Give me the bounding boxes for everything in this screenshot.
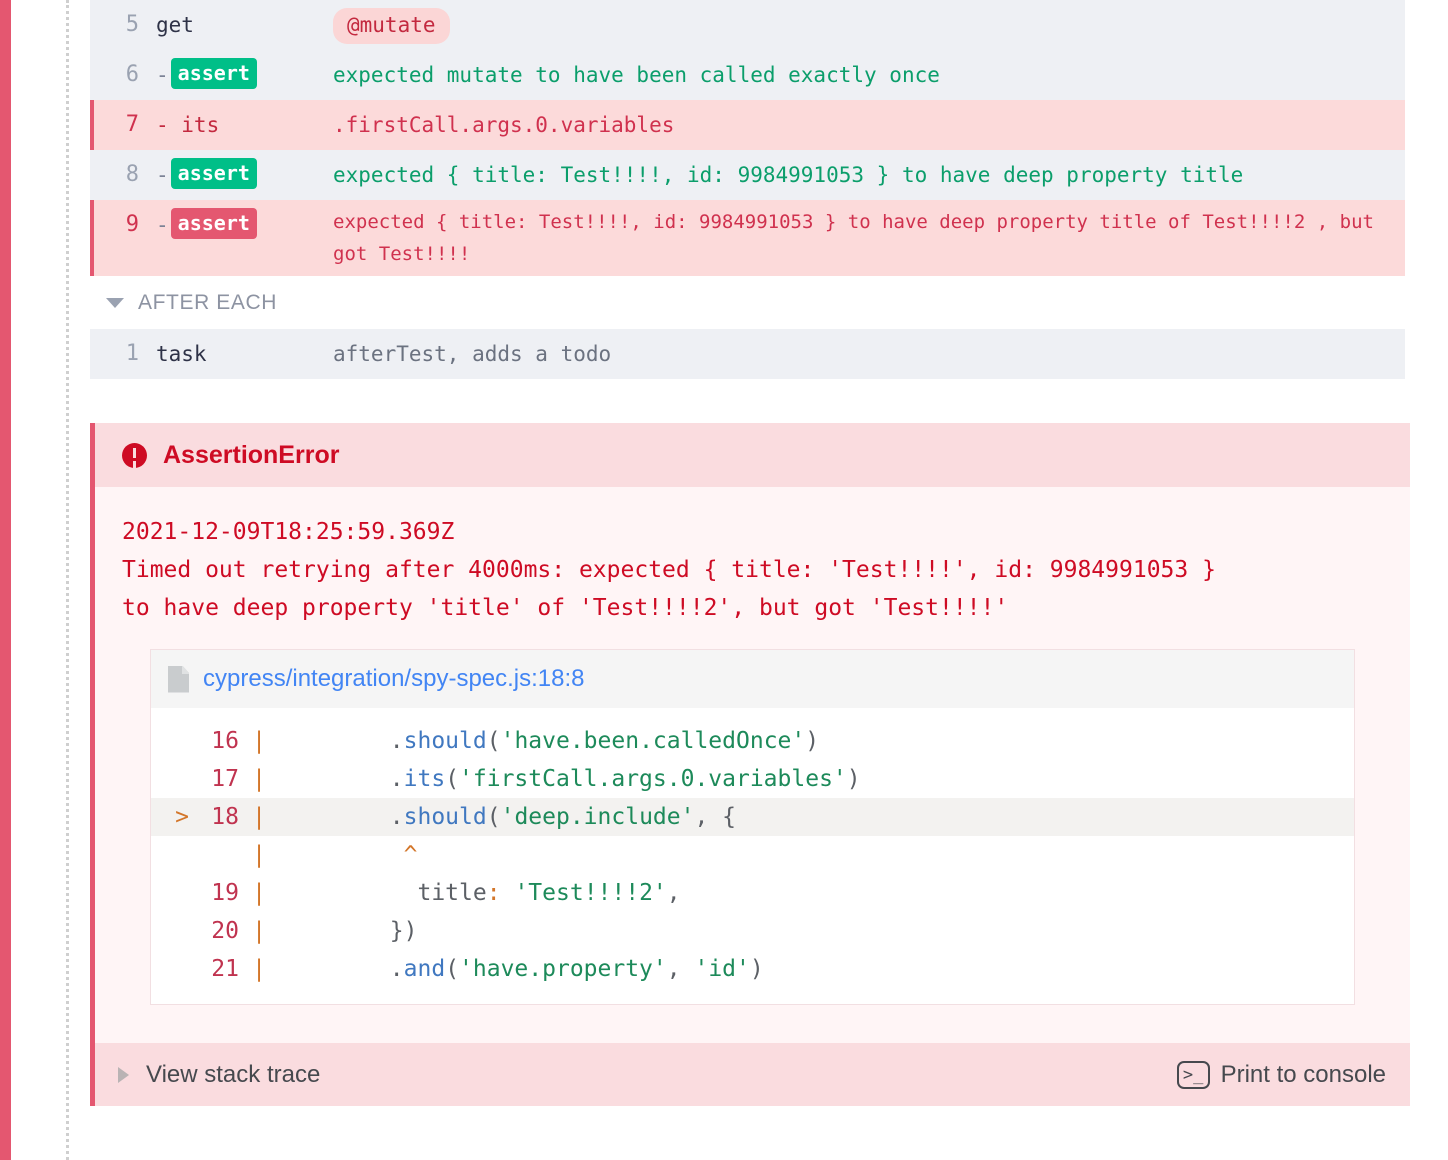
file-icon [168, 665, 189, 693]
code-line-bar: | [252, 766, 266, 792]
code-line-bar: | [252, 880, 266, 906]
command-dash: - [156, 213, 169, 237]
error-message-line-1: Timed out retrying after 4000ms: expecte… [122, 557, 1216, 583]
view-stack-trace-label: View stack trace [146, 1060, 321, 1088]
command-name: get [156, 13, 194, 37]
error-body: 2021-12-09T18:25:59.369Z Timed out retry… [95, 487, 1410, 1017]
code-line-bar: | [252, 728, 266, 754]
code-line-bar: | [252, 804, 266, 830]
command-name: task [156, 342, 207, 366]
assert-badge-pass: assert [170, 58, 257, 89]
code-line: 20 | }) [151, 912, 1354, 950]
print-to-console-label: Print to console [1220, 1060, 1386, 1088]
command-number: 5 [125, 12, 139, 37]
code-line-bar: | [252, 918, 266, 944]
command-log-row[interactable]: 7 - its .firstCall.args.0.variables [90, 100, 1405, 150]
command-number: 9 [125, 212, 139, 237]
command-name: - assert [148, 156, 333, 194]
command-dash: - [156, 63, 169, 87]
code-frame: cypress/integration/spy-spec.js:18:8 16 … [150, 649, 1355, 1005]
code-line-highlighted: > 18 | .should('deep.include', { [151, 798, 1354, 836]
view-stack-trace-button[interactable]: View stack trace [118, 1061, 320, 1089]
code-line-text: .its('firstCall.args.0.variables') [279, 760, 1354, 798]
command-name: - assert [148, 56, 333, 94]
command-log-row[interactable]: 5 get @mutate [90, 0, 1405, 50]
command-name: - its [156, 113, 220, 137]
code-line-text: ^ [279, 836, 1354, 874]
command-dash: - [156, 163, 169, 187]
error-timestamp: 2021-12-09T18:25:59.369Z [122, 519, 455, 545]
command-log-row[interactable]: 8 - assert expected { title: Test!!!!, id… [90, 150, 1405, 200]
code-line-marker: > [175, 804, 189, 830]
code-frame-file-link[interactable]: cypress/integration/spy-spec.js:18:8 [203, 665, 585, 693]
hook-title: AFTER EACH [138, 290, 278, 314]
code-line-number: 19 [211, 880, 239, 906]
command-message: @mutate [333, 6, 1405, 44]
error-title: AssertionError [163, 440, 340, 469]
code-line-text: }) [279, 912, 1354, 950]
code-line-number: 16 [211, 728, 239, 754]
code-line-number: 20 [211, 918, 239, 944]
code-line-bar: | [252, 956, 266, 982]
code-frame-file-header[interactable]: cypress/integration/spy-spec.js:18:8 [151, 650, 1354, 708]
code-line-number: 21 [211, 956, 239, 982]
command-log-row[interactable]: 1 task afterTest, adds a todo [90, 329, 1405, 379]
code-line: 21 | .and('have.property', 'id') [151, 950, 1354, 988]
hook-header-after-each[interactable]: AFTER EACH [90, 276, 1405, 329]
command-message: expected { title: Test!!!!, id: 99849910… [333, 163, 1244, 187]
command-number: 7 [125, 112, 139, 137]
assert-badge-fail: assert [170, 208, 257, 239]
cypress-runner-panel: 5 get @mutate 6 - assert expected mutate … [0, 0, 1448, 1160]
code-frame-lines: 16 | .should('have.been.calledOnce') 17 … [151, 708, 1354, 1004]
command-number: 8 [125, 162, 139, 187]
code-line-text: .and('have.property', 'id') [279, 950, 1354, 988]
command-message: afterTest, adds a todo [333, 342, 612, 366]
chevron-down-icon[interactable] [106, 297, 124, 308]
error-panel: AssertionError 2021-12-09T18:25:59.369Z … [90, 423, 1410, 1106]
caret-marker: ^ [403, 842, 418, 868]
command-number: 6 [125, 62, 139, 87]
code-line: 19 | title: 'Test!!!!2', [151, 874, 1354, 912]
code-line-caret: | ^ [151, 836, 1354, 874]
code-line-text: .should('have.been.calledOnce') [279, 722, 1354, 760]
runner-dotted-divider [66, 0, 69, 1160]
command-log-row[interactable]: 9 - assert expected { title: Test!!!!, id… [90, 200, 1405, 276]
runner-left-edge-bar [0, 0, 11, 1160]
code-line-number: 17 [211, 766, 239, 792]
alias-badge: @mutate [333, 8, 450, 44]
code-line-text: title: 'Test!!!!2', [279, 874, 1354, 912]
command-log: 5 get @mutate 6 - assert expected mutate … [90, 0, 1405, 379]
command-name: - assert [148, 206, 333, 244]
print-to-console-button[interactable]: >_ Print to console [1176, 1060, 1386, 1089]
chevron-right-icon [118, 1066, 129, 1083]
command-message: expected { title: Test!!!!, id: 99849910… [333, 211, 1374, 265]
code-line: 17 | .its('firstCall.args.0.variables') [151, 760, 1354, 798]
error-footer: View stack trace >_ Print to console [95, 1043, 1410, 1106]
code-line-bar: | [252, 842, 266, 868]
command-number: 1 [125, 341, 139, 366]
code-line-number: 18 [211, 804, 239, 830]
command-message: expected mutate to have been called exac… [333, 63, 940, 87]
error-header: AssertionError [95, 423, 1410, 487]
command-log-row[interactable]: 6 - assert expected mutate to have been c… [90, 50, 1405, 100]
code-line-text: .should('deep.include', { [279, 798, 1354, 836]
error-message-line-2: to have deep property 'title' of 'Test!!… [122, 595, 1009, 621]
command-message: .firstCall.args.0.variables [333, 113, 675, 137]
error-circle-icon [122, 442, 147, 468]
code-line: 16 | .should('have.been.calledOnce') [151, 722, 1354, 760]
terminal-icon: >_ [1176, 1060, 1210, 1089]
assert-badge-pass: assert [170, 158, 257, 189]
